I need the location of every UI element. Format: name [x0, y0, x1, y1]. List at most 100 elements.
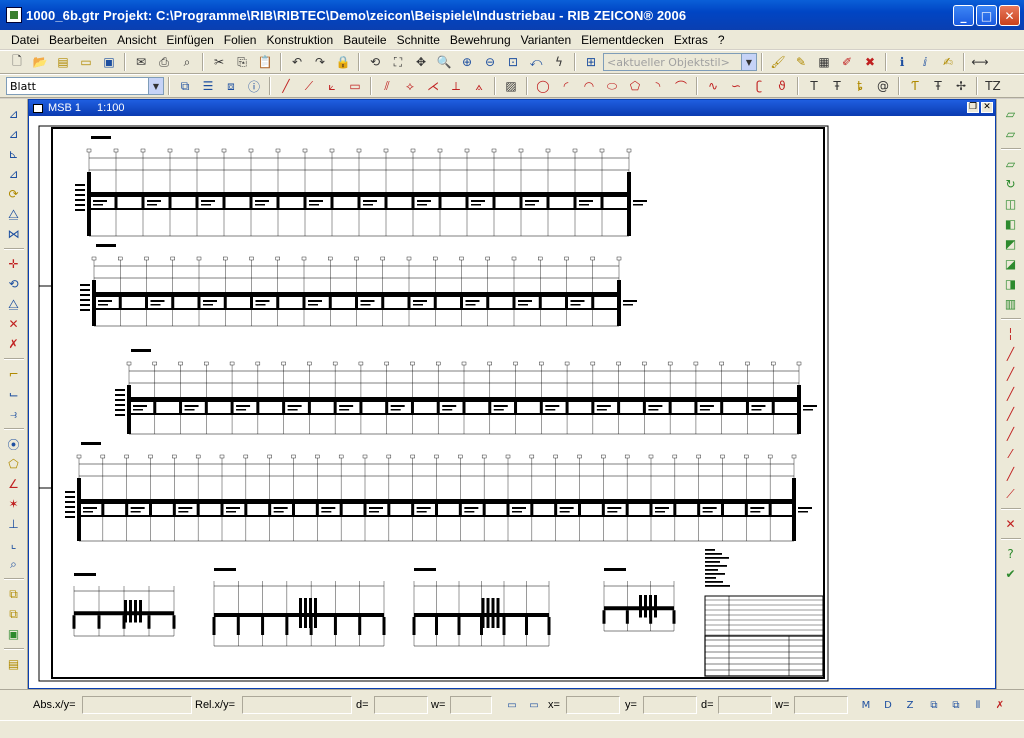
menu-konstruktion[interactable]: Konstruktion — [261, 33, 338, 47]
lock-icon[interactable]: 🔒 — [332, 52, 354, 72]
spline-icon[interactable]: ∿ — [702, 76, 724, 96]
print-icon[interactable]: ⎙ — [153, 52, 175, 72]
zoom-previous-icon[interactable]: ⤺ — [525, 52, 547, 72]
layer-group-icon[interactable]: ▣ — [4, 625, 24, 643]
rebar-hook-icon[interactable]: ╱ — [1001, 365, 1021, 383]
element-list-icon[interactable]: ▥ — [1001, 295, 1021, 313]
angle-icon[interactable]: ∠ — [4, 475, 24, 493]
layer-select[interactable]: Blatt ▼ — [6, 77, 164, 95]
rebar-edit-icon[interactable]: ╱ — [1001, 465, 1021, 483]
element-join-icon[interactable]: ◧ — [1001, 215, 1021, 233]
layer-copy-icon[interactable]: ⧉ — [4, 605, 24, 623]
redo-icon[interactable]: ↷ — [309, 52, 331, 72]
mirror-copy-icon[interactable]: ⧋ — [4, 295, 24, 313]
brush-icon[interactable]: 🖌 — [767, 52, 789, 72]
parallel-line-icon[interactable]: ⫽ — [376, 76, 398, 96]
move-icon[interactable]: ✛ — [4, 255, 24, 273]
search-icon[interactable]: ⌕ — [4, 555, 24, 573]
angle-field[interactable] — [450, 696, 492, 714]
bisector-icon[interactable]: ⋌ — [422, 76, 444, 96]
new-file-icon[interactable]: 🗋 — [6, 52, 28, 72]
cancel-status-icon[interactable]: ✗ — [990, 697, 1010, 714]
drawing-canvas[interactable] — [29, 116, 995, 688]
info-pen-icon[interactable]: ✍ — [937, 52, 959, 72]
paste-icon[interactable]: 📋 — [254, 52, 276, 72]
element-info-icon[interactable]: ◨ — [1001, 275, 1021, 293]
menu-folien[interactable]: Folien — [219, 33, 262, 47]
menu-bearbeiten[interactable]: Bearbeiten — [44, 33, 112, 47]
script-icon[interactable]: ▤ — [4, 655, 24, 673]
open-project-icon[interactable]: ▤ — [52, 52, 74, 72]
angle-line-icon[interactable]: ⟀ — [321, 76, 343, 96]
element-copy-icon[interactable]: ◪ — [1001, 255, 1021, 273]
snap-icon[interactable]: ▭ — [524, 697, 544, 714]
rebar-mark-icon[interactable]: ⟋ — [1001, 485, 1021, 503]
redraw-icon[interactable]: ⟲ — [364, 52, 386, 72]
dimension-icon[interactable]: ⟷ — [969, 52, 991, 72]
circle-icon[interactable]: ◯ — [532, 76, 554, 96]
rebar-list-icon[interactable]: ╱ — [1001, 425, 1021, 443]
text-format-icon[interactable]: Ŧ — [927, 76, 949, 96]
style-transfer-icon[interactable]: ✎ — [790, 52, 812, 72]
perpendicular-icon[interactable]: ⟂ — [445, 76, 467, 96]
mirror-icon[interactable]: ⧋ — [4, 205, 24, 223]
x-field[interactable] — [566, 696, 620, 714]
minimize-button[interactable]: _ — [953, 5, 974, 26]
abs-xy-field[interactable] — [82, 696, 192, 714]
rebar-delete-icon[interactable]: ✕ — [1001, 515, 1021, 533]
grid-icon[interactable]: ▭ — [502, 697, 522, 714]
hatch-icon[interactable]: ▨ — [500, 76, 522, 96]
layer-icon[interactable]: ⊞ — [580, 52, 602, 72]
menu-help[interactable]: ? — [713, 33, 730, 47]
close-button[interactable]: ✕ — [999, 5, 1020, 26]
zoom-window-icon[interactable]: ⊡ — [502, 52, 524, 72]
layer-stack-icon[interactable]: ☰ — [197, 76, 219, 96]
menu-varianten[interactable]: Varianten — [516, 33, 576, 47]
layer-info-icon[interactable]: ⓘ — [243, 76, 265, 96]
mode-m-icon[interactable]: M — [856, 697, 876, 714]
text-size-icon[interactable]: TZ — [982, 76, 1004, 96]
extend-icon[interactable]: ⌙ — [4, 385, 24, 403]
freehand-icon[interactable]: ϑ — [771, 76, 793, 96]
layer-settings-icon[interactable]: ⧈ — [220, 76, 242, 96]
object-style-select[interactable]: <aktueller Objektstil> ▼ — [603, 53, 757, 71]
menu-einfuegen[interactable]: Einfügen — [161, 33, 218, 47]
structure-status-icon[interactable]: ⫴ — [968, 697, 988, 714]
pick-icon[interactable]: ⦿ — [4, 435, 24, 453]
arc-3pt-icon[interactable]: ◠ — [578, 76, 600, 96]
trim-icon[interactable]: ⌐ — [4, 365, 24, 383]
print-preview-icon[interactable]: ⌕ — [176, 52, 198, 72]
slab-edit-icon[interactable]: ▱ — [1001, 125, 1021, 143]
spline-edit-icon[interactable]: ∽ — [725, 76, 747, 96]
cut-icon[interactable]: ✂ — [208, 52, 230, 72]
corner-icon[interactable]: ⌞ — [4, 535, 24, 553]
chevron-down-icon[interactable]: ▼ — [148, 78, 163, 94]
rotate-icon[interactable]: ⟳ — [4, 185, 24, 203]
text-edit-icon[interactable]: Ƭ — [904, 76, 926, 96]
menu-datei[interactable]: Datei — [6, 33, 44, 47]
element-slab-icon[interactable]: ▱ — [1001, 155, 1021, 173]
copy-rotate-icon[interactable]: ⟲ — [4, 275, 24, 293]
ellipse-icon[interactable]: ⬭ — [601, 76, 623, 96]
distance2-field[interactable] — [718, 696, 772, 714]
menu-extras[interactable]: Extras — [669, 33, 713, 47]
delete-object-icon[interactable]: ✖ — [859, 52, 881, 72]
polygon-select-icon[interactable]: ⬠ — [4, 455, 24, 473]
arc-center-icon[interactable]: ⌒ — [670, 76, 692, 96]
help-icon[interactable]: ? — [1001, 545, 1021, 563]
zoom-out-icon[interactable]: ⊖ — [479, 52, 501, 72]
rebar-bent-icon[interactable]: ╱ — [1001, 345, 1021, 363]
text-vertical-icon[interactable]: Ŧ — [826, 76, 848, 96]
menu-bewehrung[interactable]: Bewehrung — [445, 33, 516, 47]
curve-icon[interactable]: ʗ — [748, 76, 770, 96]
properties-icon[interactable]: ▦ — [813, 52, 835, 72]
layers-status-icon[interactable]: ⧉ — [924, 697, 944, 714]
rebar-icon[interactable]: ╎ — [1001, 325, 1021, 343]
arc-tangent-icon[interactable]: ◝ — [647, 76, 669, 96]
save-icon[interactable]: ▣ — [98, 52, 120, 72]
tangent-line-icon[interactable]: ⟑ — [468, 76, 490, 96]
drawing-sheet[interactable] — [29, 116, 995, 688]
edit-object-icon[interactable]: ✐ — [836, 52, 858, 72]
perpendicular-icon[interactable]: ⊥ — [4, 515, 24, 533]
line-icon[interactable]: ╱ — [275, 76, 297, 96]
